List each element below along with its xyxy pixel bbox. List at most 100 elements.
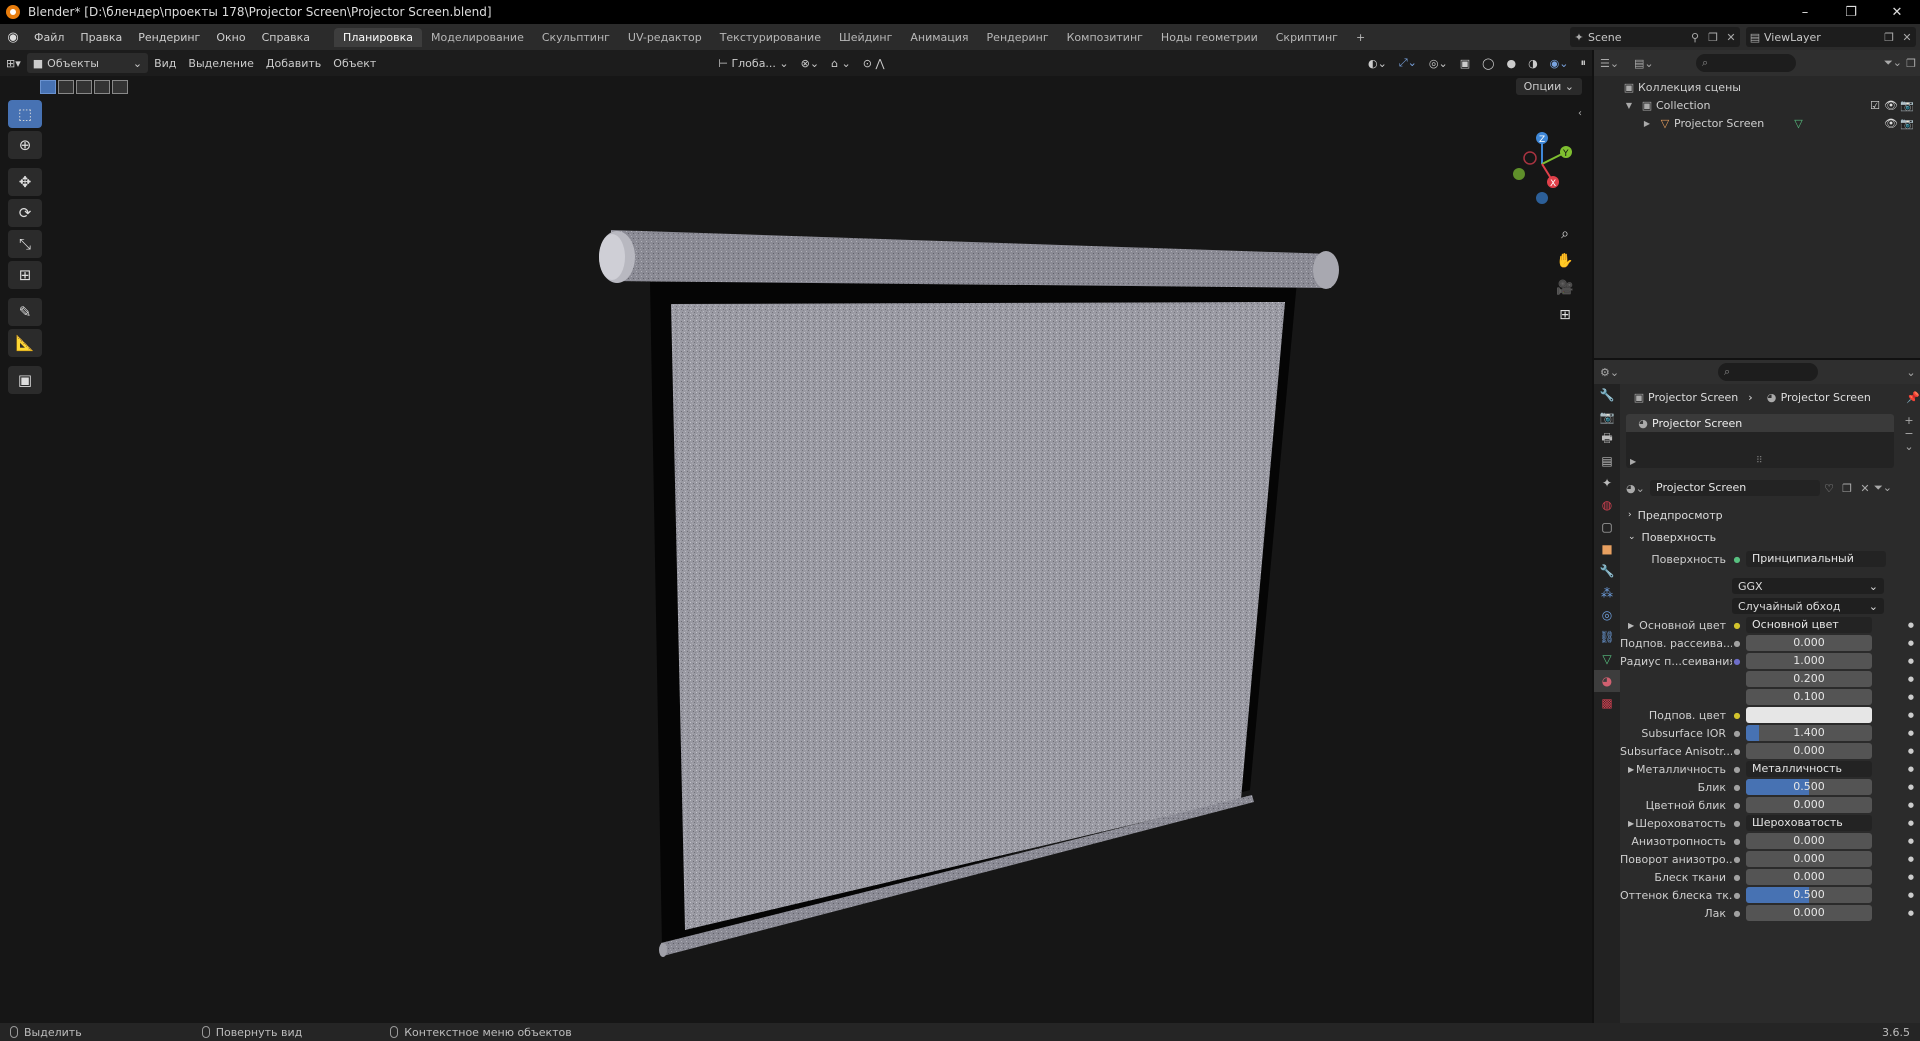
material-tab-icon[interactable]: ◕ [1594, 670, 1620, 692]
pan-hand-icon[interactable]: ✋ [1553, 249, 1577, 273]
input-socket-icon[interactable]: ● [1732, 710, 1742, 720]
tab-rendering[interactable]: Рендеринг [978, 28, 1058, 47]
input-socket-icon[interactable]: ● [1732, 890, 1742, 900]
keyframe-dot-icon[interactable]: ● [1908, 837, 1914, 845]
keyframe-dot-icon[interactable]: ● [1908, 711, 1914, 719]
keyframe-dot-icon[interactable]: ● [1908, 639, 1914, 647]
keyframe-dot-icon[interactable]: ● [1908, 765, 1914, 773]
view-layer-tab-icon[interactable]: ▤ [1594, 450, 1620, 472]
add-workspace-button[interactable]: + [1347, 28, 1374, 47]
expand-right-icon[interactable]: ▶ [1628, 621, 1634, 630]
tree-row-collection[interactable]: ▼ ▣ Collection ☑ 👁 📷 [1594, 96, 1920, 114]
slider-field[interactable]: 0.500 [1746, 779, 1872, 795]
input-socket-icon[interactable]: ● [1732, 656, 1742, 666]
expand-down-icon[interactable]: ▼ [1620, 101, 1638, 110]
keyframe-dot-icon[interactable]: ● [1908, 783, 1914, 791]
exclude-checkbox-icon[interactable]: ☑ [1870, 99, 1880, 112]
tab-scripting[interactable]: Скриптинг [1267, 28, 1347, 47]
number-field[interactable]: 0.000 [1746, 833, 1872, 849]
zoom-icon[interactable]: ⌕ [1553, 222, 1577, 246]
input-socket-icon[interactable]: ● [1732, 836, 1742, 846]
keyframe-dot-icon[interactable]: ● [1908, 801, 1914, 809]
slider-field[interactable]: 1.400 [1746, 725, 1872, 741]
number-field[interactable]: 1.000 [1746, 653, 1872, 669]
linked-input-field[interactable]: Шероховатость [1746, 815, 1872, 831]
slider-field[interactable]: 0.500 [1746, 887, 1872, 903]
properties-options-icon[interactable]: ⌄ [1902, 366, 1920, 379]
linked-input-field[interactable]: Основной цвет [1746, 617, 1872, 633]
output-tab-icon[interactable]: 🖶 [1594, 428, 1620, 450]
maximize-button[interactable]: ❐ [1828, 0, 1874, 24]
node-link-icon[interactable]: ⏷⌄ [1874, 481, 1892, 495]
axis-gizmo[interactable]: Z Y X [1500, 100, 1590, 220]
input-socket-icon[interactable]: ● [1732, 620, 1742, 630]
number-field[interactable]: 0.000 [1746, 635, 1872, 651]
outliner-search-input[interactable]: ⌕ [1696, 54, 1796, 72]
render-camera-icon[interactable]: 📷 [1900, 99, 1914, 112]
tree-row-scene-collection[interactable]: ▣ Коллекция сцены [1594, 78, 1920, 96]
input-socket-icon[interactable]: ● [1732, 908, 1742, 918]
world-tab-icon[interactable]: ◍ [1594, 494, 1620, 516]
input-socket-icon[interactable]: ● [1732, 746, 1742, 756]
browse-material-icon[interactable]: ◕⌄ [1626, 482, 1645, 495]
input-socket-icon[interactable]: ● [1732, 638, 1742, 648]
menu-window[interactable]: Окно [208, 31, 253, 44]
fake-user-icon[interactable]: ♡ [1820, 482, 1838, 495]
keyframe-dot-icon[interactable]: ● [1908, 729, 1914, 737]
input-socket-icon[interactable]: ● [1732, 728, 1742, 738]
material-name-field[interactable]: Projector Screen [1650, 480, 1820, 496]
input-socket-icon[interactable]: ● [1732, 764, 1742, 774]
properties-search-input[interactable]: ⌕ [1718, 363, 1818, 381]
shader-socket-icon[interactable]: ● [1732, 554, 1742, 564]
expand-right-icon[interactable]: ▶ [1628, 765, 1634, 774]
new-viewlayer-icon[interactable]: ❐ [1880, 31, 1898, 44]
new-collection-icon[interactable]: ❐ [1902, 57, 1920, 70]
menu-render[interactable]: Рендеринг [130, 31, 208, 44]
add-slot-icon[interactable]: + [1900, 414, 1918, 427]
tab-geometry-nodes[interactable]: Ноды геометрии [1152, 28, 1267, 47]
input-socket-icon[interactable]: ● [1732, 854, 1742, 864]
menu-edit[interactable]: Правка [72, 31, 130, 44]
panel-surface-header[interactable]: ⌄ Поверхность [1620, 526, 1920, 548]
tab-animation[interactable]: Анимация [901, 28, 977, 47]
input-socket-icon[interactable]: ● [1732, 872, 1742, 882]
number-field[interactable]: 0.000 [1746, 851, 1872, 867]
scene-selector[interactable]: ✦ Scene ⚲ ❐ ✕ [1570, 27, 1740, 47]
object-eye-icon[interactable]: 👁 [1884, 117, 1898, 130]
object-tab-icon[interactable]: ■ [1594, 538, 1620, 560]
expand-right-icon[interactable]: ▶ [1638, 119, 1656, 128]
material-slot-list[interactable]: ◕ Projector Screen ▶ ⠿ [1626, 414, 1894, 468]
number-field[interactable]: 0.000 [1746, 797, 1872, 813]
material-slot-item[interactable]: ◕ Projector Screen [1626, 414, 1894, 432]
color-swatch[interactable] [1746, 707, 1872, 723]
data-tab-icon[interactable]: ▽ [1594, 648, 1620, 670]
keyframe-dot-icon[interactable]: ● [1908, 747, 1914, 755]
resize-handle-icon[interactable]: ⠿ [1756, 456, 1763, 466]
keyframe-dot-icon[interactable]: ● [1908, 621, 1914, 629]
viewlayer-selector[interactable]: ▤ ViewLayer ❐ ✕ [1746, 27, 1916, 47]
keyframe-dot-icon[interactable]: ● [1908, 819, 1914, 827]
texture-tab-icon[interactable]: ▩ [1594, 692, 1620, 714]
modifier-tab-icon[interactable]: 🔧 [1594, 560, 1620, 582]
distribution-dropdown[interactable]: GGX ⌄ [1732, 578, 1884, 594]
tab-sculpting[interactable]: Скульптинг [533, 28, 619, 47]
new-scene-icon[interactable]: ❐ [1704, 31, 1722, 44]
input-socket-icon[interactable]: ● [1732, 782, 1742, 792]
remove-slot-icon[interactable]: − [1900, 427, 1918, 440]
blender-menu-icon[interactable]: ◉ [0, 24, 26, 50]
properties-editor-icon[interactable]: ⚙⌄ [1600, 366, 1619, 379]
tool-tab-icon[interactable]: 🔧 [1594, 384, 1620, 406]
render-tab-icon[interactable]: 📷 [1594, 406, 1620, 428]
panel-preview-header[interactable]: › Предпросмотр [1620, 504, 1920, 526]
mesh-data-icon[interactable]: ▽ [1794, 117, 1802, 130]
input-socket-icon[interactable]: ● [1732, 800, 1742, 810]
number-field[interactable]: 0.000 [1746, 743, 1872, 759]
outliner-editor-icon[interactable]: ☰⌄ [1600, 57, 1619, 70]
tab-texture-paint[interactable]: Текстурирование [711, 28, 830, 47]
ortho-grid-icon[interactable]: ⊞ [1553, 303, 1577, 327]
eye-icon[interactable]: 👁 [1884, 99, 1898, 112]
navigation-gizmo[interactable]: Z Y X [1500, 100, 1590, 220]
number-field[interactable]: 0.200 [1746, 671, 1872, 687]
number-field[interactable]: 0.000 [1746, 869, 1872, 885]
scene-tab-icon[interactable]: ✦ [1594, 472, 1620, 494]
